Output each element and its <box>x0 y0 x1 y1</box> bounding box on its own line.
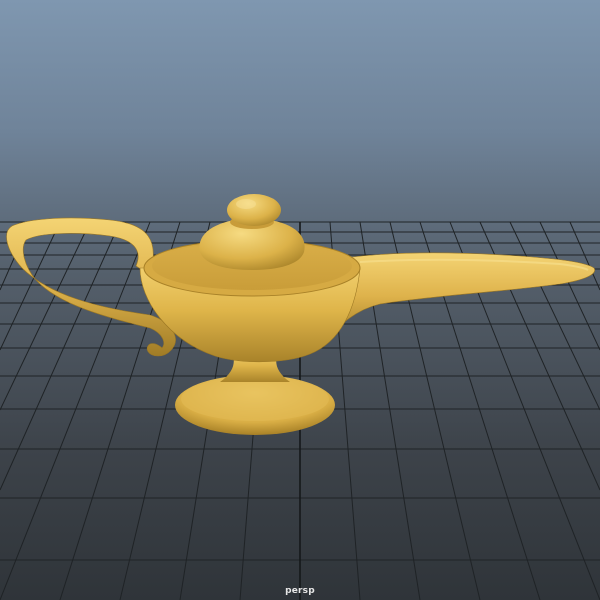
viewport-scene[interactable] <box>0 0 600 600</box>
camera-name-label: persp <box>285 586 315 596</box>
lamp-spout[interactable] <box>319 252 596 341</box>
maya-perspective-viewport[interactable]: persp <box>0 0 600 600</box>
lamp-knob[interactable] <box>227 194 281 226</box>
